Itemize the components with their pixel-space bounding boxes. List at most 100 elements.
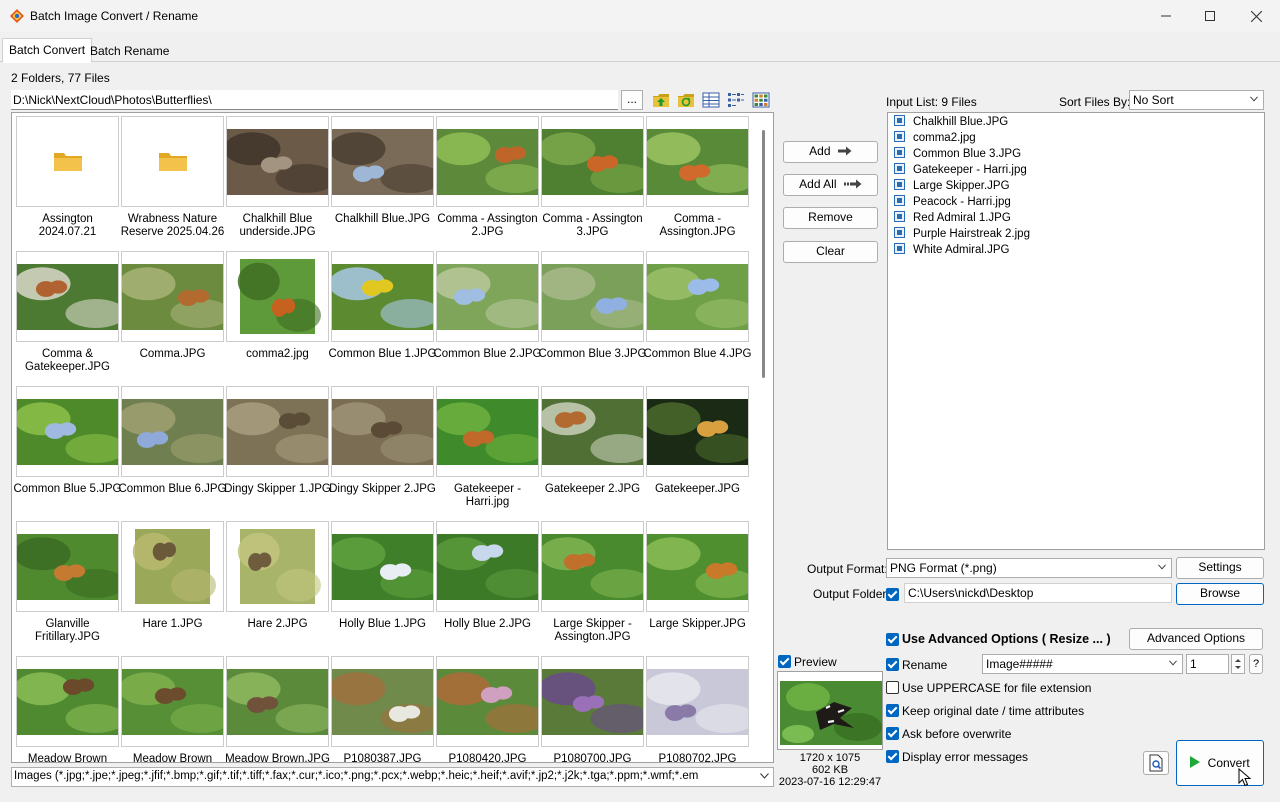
photo-icon [647, 399, 748, 465]
thumbnail-view-icon[interactable] [752, 91, 770, 109]
clear-button[interactable]: Clear [783, 241, 878, 263]
image-item[interactable]: Gatekeeper.JPG [646, 386, 749, 518]
browse-path-button[interactable]: ... [621, 90, 643, 110]
list-item[interactable]: Peacock - Harri.jpg [894, 194, 1011, 210]
rename-start-spinner[interactable] [1231, 654, 1245, 674]
image-item[interactable]: Meadow Brown [121, 656, 224, 762]
thumbnail-grid[interactable]: Assington 2024.07.21 Wrabness Nature Rese… [11, 112, 774, 763]
list-item[interactable]: Purple Hairstreak 2.jpg [894, 226, 1030, 242]
play-icon [1190, 756, 1201, 768]
tab-batch-convert[interactable]: Batch Convert [2, 38, 93, 63]
list-item[interactable]: Large Skipper.JPG [894, 178, 1010, 194]
image-item[interactable]: Chalkhill Blue underside.JPG [226, 116, 329, 248]
ask-overwrite-checkbox[interactable] [886, 727, 899, 740]
output-folder-input[interactable]: C:\Users\nickd\Desktop [904, 583, 1172, 603]
list-view-icon[interactable] [727, 91, 745, 109]
add-label: Add [809, 144, 831, 158]
spinner-arrows-icon [1235, 659, 1241, 669]
image-item[interactable]: Comma & Gatekeeper.JPG [16, 251, 119, 383]
image-thumbnail [226, 521, 329, 612]
image-item[interactable]: Common Blue 3.JPG [538, 251, 647, 383]
uppercase-checkbox[interactable] [886, 681, 899, 694]
image-item[interactable]: comma2.jpg [226, 251, 329, 383]
image-thumbnail [646, 521, 749, 612]
image-item[interactable]: P1080702.JPG [646, 656, 749, 762]
image-item[interactable]: Comma - Assington 2.JPG [436, 116, 539, 248]
advanced-options-checkbox[interactable] [886, 633, 899, 646]
grid-scroll-thumb[interactable] [762, 130, 765, 378]
image-item[interactable]: Comma.JPG [121, 251, 224, 383]
sort-select[interactable]: No Sort [1129, 90, 1264, 110]
image-item[interactable]: Common Blue 1.JPG [328, 251, 437, 383]
remove-button[interactable]: Remove [783, 207, 878, 229]
image-item[interactable]: Comma - Assington.JPG [646, 116, 749, 248]
image-item[interactable]: Large Skipper.JPG [646, 521, 749, 653]
image-item[interactable]: Holly Blue 1.JPG [331, 521, 434, 653]
item-label: Wrabness Nature Reserve 2025.04.26 [120, 213, 225, 238]
arrow-right-icon [837, 146, 852, 156]
image-item[interactable]: P1080387.JPG [331, 656, 434, 762]
minimize-button[interactable] [1143, 0, 1189, 32]
list-item[interactable]: comma2.jpg [894, 130, 976, 146]
image-item[interactable]: Glanville Fritillary.JPG [16, 521, 119, 653]
add-all-button[interactable]: Add All [783, 174, 878, 196]
preview-checkbox[interactable] [778, 655, 791, 668]
tab-strip: Batch Convert Batch Rename [0, 38, 1280, 63]
image-item[interactable]: Dingy Skipper 2.JPG [329, 386, 436, 518]
image-item[interactable]: Common Blue 2.JPG [433, 251, 542, 383]
photo-icon [437, 399, 538, 465]
keep-date-checkbox[interactable] [886, 704, 899, 717]
tab-batch-rename[interactable]: Batch Rename [83, 40, 176, 62]
rename-start-input[interactable]: 1 [1186, 654, 1229, 674]
image-item[interactable]: Gatekeeper - Harri.jpg [436, 386, 539, 518]
preview-output-button[interactable] [1143, 751, 1169, 775]
image-item[interactable]: Large Skipper - Assington.JPG [541, 521, 644, 653]
list-item[interactable]: Common Blue 3.JPG [894, 146, 1021, 162]
input-file-list[interactable]: Chalkhill Blue.JPG comma2.jpg Common Blue … [887, 112, 1265, 550]
output-format-select[interactable]: PNG Format (*.png) [886, 558, 1172, 578]
image-item[interactable]: Holly Blue 2.JPG [436, 521, 539, 653]
output-folder-checkbox[interactable] [886, 588, 899, 601]
up-folder-icon[interactable] [652, 91, 670, 109]
rename-pattern-select[interactable]: Image##### [982, 654, 1183, 674]
image-item[interactable]: Common Blue 6.JPG [118, 386, 227, 518]
file-filter-select[interactable]: Images (*.jpg;*.jpe;*.jpeg;*.jfif;*.bmp;… [11, 767, 774, 787]
details-view-icon[interactable] [702, 91, 720, 109]
image-item[interactable]: Common Blue 5.JPG [13, 386, 122, 518]
rename-help-button[interactable]: ? [1249, 654, 1263, 674]
maximize-button[interactable] [1187, 0, 1233, 32]
image-thumbnail [646, 656, 749, 747]
image-item[interactable]: Meadow Brown [16, 656, 119, 762]
image-item[interactable]: Comma - Assington 3.JPG [541, 116, 644, 248]
list-item[interactable]: Gatekeeper - Harri.jpg [894, 162, 1027, 178]
rename-checkbox[interactable] [886, 658, 899, 671]
list-item[interactable]: Red Admiral 1.JPG [894, 210, 1011, 226]
settings-button[interactable]: Settings [1176, 557, 1264, 579]
image-thumbnail [226, 386, 329, 477]
image-item[interactable]: Chalkhill Blue.JPG [331, 116, 434, 248]
image-thumbnail [331, 386, 434, 477]
list-item[interactable]: White Admiral.JPG [894, 242, 1010, 258]
image-item[interactable]: Dingy Skipper 1.JPG [224, 386, 331, 518]
image-item[interactable]: Common Blue 4.JPG [643, 251, 752, 383]
image-item[interactable]: Hare 1.JPG [121, 521, 224, 653]
close-button[interactable] [1233, 0, 1279, 32]
image-thumbnail [16, 386, 119, 477]
image-item[interactable]: Hare 2.JPG [226, 521, 329, 653]
path-input[interactable] [11, 90, 618, 110]
advanced-options-button[interactable]: Advanced Options [1129, 628, 1263, 650]
refresh-icon[interactable] [677, 91, 695, 109]
browse-button[interactable]: Browse [1176, 583, 1264, 605]
photo-icon [332, 399, 433, 465]
image-item[interactable]: Gatekeeper 2.JPG [541, 386, 644, 518]
folder-item[interactable]: Wrabness Nature Reserve 2025.04.26 [121, 116, 224, 248]
list-item[interactable]: Chalkhill Blue.JPG [894, 114, 1008, 130]
image-item[interactable]: P1080420.JPG [436, 656, 539, 762]
item-label: Common Blue 5.JPG [13, 483, 122, 495]
add-button[interactable]: Add [783, 141, 878, 163]
image-item[interactable]: P1080700.JPG [541, 656, 644, 762]
folder-item[interactable]: Assington 2024.07.21 [16, 116, 119, 248]
item-label: Meadow Brown [132, 753, 213, 763]
image-thumbnail [646, 386, 749, 477]
image-item[interactable]: Meadow Brown.JPG [225, 656, 330, 762]
